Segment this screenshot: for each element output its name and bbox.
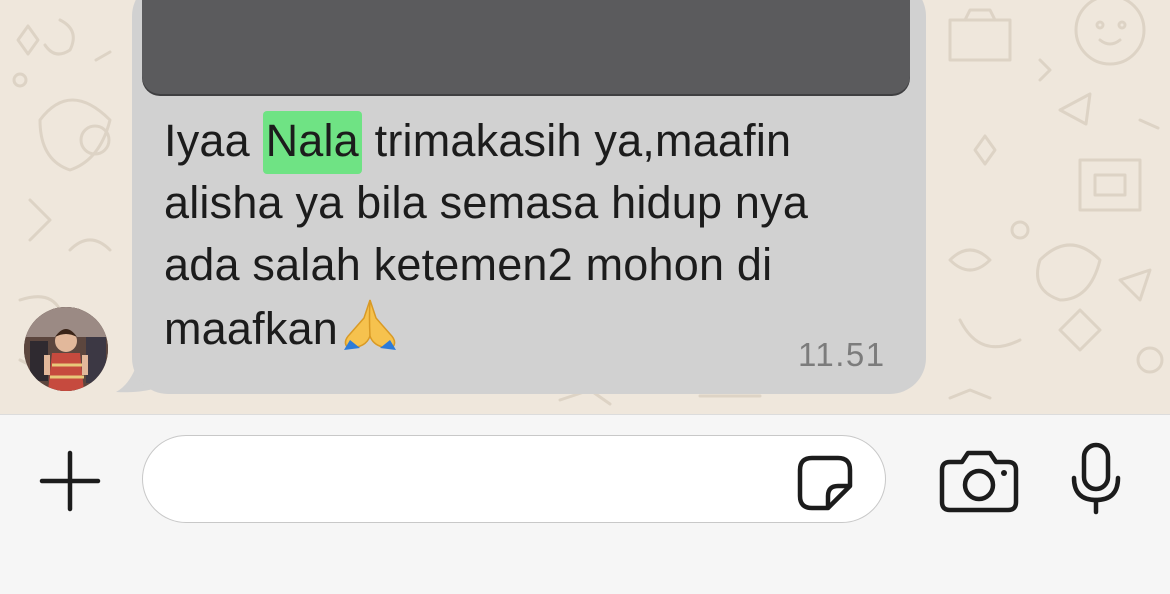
message-line: alisha ya bila semasa hidup nya: [164, 177, 809, 228]
folded-hands-emoji: [344, 299, 396, 350]
message-line: ada salah ketemen2 mohon di: [164, 239, 773, 290]
message-line: maafkan: [164, 296, 904, 360]
contact-avatar[interactable]: [24, 307, 108, 391]
sticker-button[interactable]: [794, 452, 856, 514]
camera-icon: [939, 450, 1019, 513]
message-text-segment: maafkan: [164, 303, 338, 354]
message-text-segment: trimakasih ya,maafin: [361, 115, 792, 166]
search-highlight: Nala: [262, 111, 362, 174]
attach-button[interactable]: [36, 447, 104, 515]
message-line: Iyaa Nala trimakasih ya,maafin: [164, 110, 904, 174]
voice-note-button[interactable]: [1064, 442, 1128, 516]
plus-icon: [39, 450, 101, 512]
sticker-icon: [797, 455, 853, 511]
image-attachment[interactable]: [142, 0, 910, 94]
camera-button[interactable]: [938, 448, 1020, 514]
message-text: Iyaa Nala trimakasih ya,maafin alisha ya…: [164, 110, 904, 360]
message-text-segment: Iyaa: [164, 115, 263, 166]
message-input[interactable]: [142, 435, 886, 523]
chat-area: Iyaa Nala trimakasih ya,maafin alisha ya…: [0, 0, 1170, 414]
avatar-photo: [24, 307, 108, 391]
microphone-icon: [1071, 442, 1121, 515]
message-time: 11.51: [798, 336, 886, 373]
